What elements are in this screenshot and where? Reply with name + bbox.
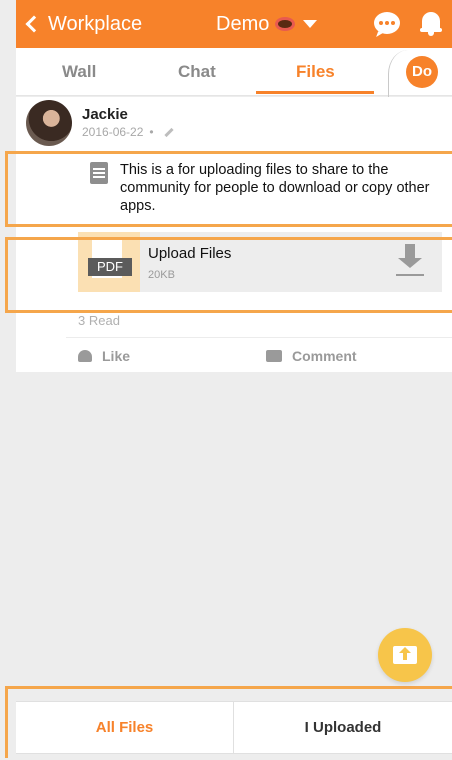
post-author[interactable]: Jackie (82, 106, 128, 123)
upload-fab-button[interactable] (378, 628, 432, 682)
highlight-box-description (5, 151, 452, 227)
meta-separator: • (149, 125, 154, 139)
chat-bubble-icon[interactable] (374, 12, 400, 34)
heart-icon (78, 350, 92, 362)
like-label: Like (102, 348, 131, 364)
section-tabs: Wall Chat Files Do (16, 48, 452, 98)
workspace-switcher[interactable]: Demo (216, 11, 318, 37)
post-actions: Like Comment (66, 337, 452, 373)
comment-label: Comment (292, 348, 357, 364)
highlight-box-attachment (5, 237, 452, 313)
pencil-icon[interactable] (163, 127, 174, 137)
bottom-tab-bar: All Files I Uploaded (16, 701, 452, 754)
bell-icon[interactable] (420, 10, 442, 36)
avatar[interactable] (26, 100, 72, 146)
comment-icon (266, 350, 282, 362)
read-count: 3 Read (78, 313, 120, 328)
post-card: Jackie 2016-06-22 • This is a for upload… (16, 97, 452, 372)
workspace-title: Demo (216, 13, 270, 35)
tab-files[interactable]: Files (296, 62, 335, 82)
comment-button[interactable]: Comment (266, 348, 357, 364)
caret-down-icon (303, 20, 318, 28)
back-label: Workplace (48, 13, 143, 35)
files-screen: Workplace Demo Wall Chat Files Do Jackie… (0, 0, 452, 760)
tab-i-uploaded[interactable]: I Uploaded (234, 702, 452, 754)
top-nav-bar: Workplace Demo (16, 0, 452, 48)
tab-chat[interactable]: Chat (178, 62, 216, 82)
back-chevron-icon (25, 15, 43, 33)
donut-icon (275, 17, 296, 31)
do-button[interactable]: Do (406, 56, 438, 88)
tab-wall[interactable]: Wall (62, 62, 96, 82)
post-date: 2016-06-22 (82, 125, 144, 139)
back-button[interactable]: Workplace (24, 11, 142, 37)
post-meta: 2016-06-22 • (82, 125, 174, 139)
like-button[interactable]: Like (78, 348, 130, 364)
tab-all-files[interactable]: All Files (16, 702, 234, 754)
active-tab-indicator (256, 91, 374, 94)
